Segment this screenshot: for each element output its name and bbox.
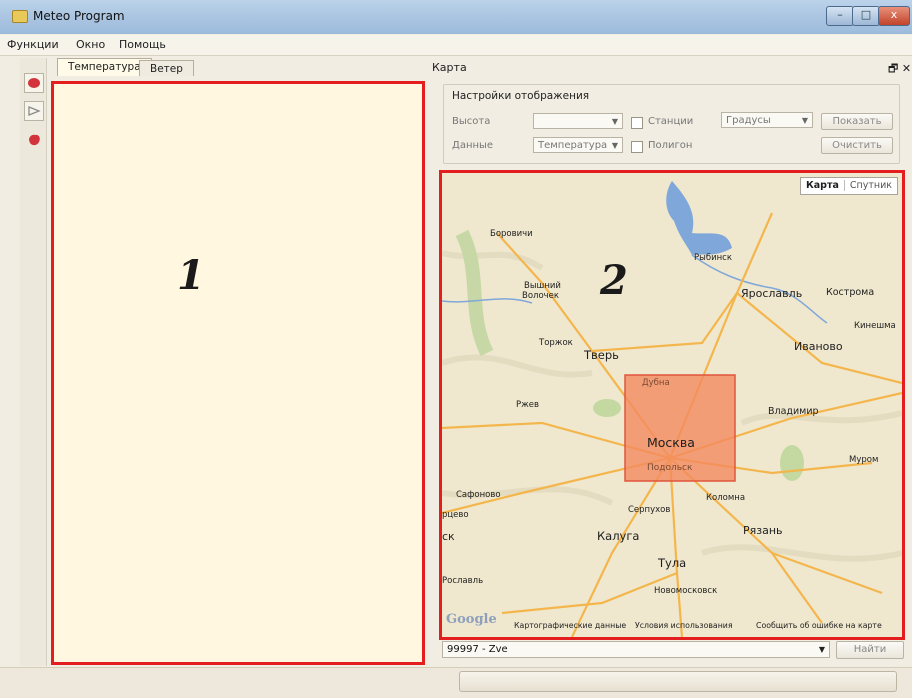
- side-toolbar: [20, 58, 47, 666]
- polygon-checkbox[interactable]: [631, 141, 643, 153]
- settings-title: Настройки отображения: [452, 90, 590, 102]
- chevron-down-icon: ▼: [611, 141, 618, 150]
- progress-bar: [459, 671, 897, 692]
- city-rybinsk: Рыбинск: [694, 253, 732, 263]
- window-title: Meteo Program: [33, 9, 125, 23]
- map-pin-icon: [29, 134, 40, 146]
- map-view[interactable]: 2 Боровичи Рыбинск Вышний Волочек Яросла…: [439, 170, 905, 640]
- map-footer-data[interactable]: Картографические данные: [514, 621, 626, 630]
- left-content-panel: 1: [51, 81, 425, 665]
- polygon-label: Полигон: [648, 140, 693, 151]
- city-novomoskovsk: Новомосковск: [654, 586, 718, 596]
- title-bar: [0, 0, 912, 34]
- city-vladimir: Владимир: [768, 406, 819, 417]
- city-torzhok: Торжок: [539, 338, 573, 348]
- city-kaluga: Калуга: [597, 529, 640, 543]
- height-label: Высота: [452, 116, 491, 127]
- map-tool-button[interactable]: [26, 131, 44, 149]
- units-select[interactable]: Градусы ▼: [721, 112, 813, 128]
- map-type-satellite[interactable]: Спутник: [843, 180, 897, 191]
- forest-area: [593, 399, 621, 417]
- city-kineshma: Кинешма: [854, 321, 896, 331]
- menu-help[interactable]: Помощь: [119, 38, 166, 51]
- city-tula: Тула: [658, 556, 687, 570]
- city-podolsk: Подольск: [647, 463, 693, 473]
- close-button[interactable]: x: [878, 6, 910, 26]
- map-type-switch[interactable]: Карта Спутник: [799, 177, 898, 195]
- clear-button[interactable]: Очистить: [821, 137, 893, 154]
- height-select[interactable]: ▼: [533, 113, 623, 129]
- stations-label: Станции: [648, 116, 694, 127]
- map-footer-terms[interactable]: Условия использования: [635, 621, 733, 630]
- google-logo: Google: [446, 612, 497, 627]
- panel-number-label: 1: [177, 252, 205, 299]
- city-ryazan: Рязань: [743, 524, 783, 537]
- chevron-down-icon: ▼: [801, 116, 808, 125]
- city-ivanovo: Иваново: [794, 340, 843, 353]
- units-value: Градусы: [726, 115, 771, 126]
- menu-functions[interactable]: Функции: [7, 38, 59, 51]
- city-ck: ск: [442, 530, 455, 543]
- chevron-down-icon: ▼: [611, 117, 618, 126]
- forest-area: [780, 445, 804, 481]
- app-window: Meteo Program – □ x Функции Окно Помощь …: [0, 0, 912, 698]
- thermo-icon: [28, 78, 40, 88]
- city-vyshny: Вышний: [524, 281, 561, 291]
- city-kostroma: Кострома: [826, 287, 875, 298]
- show-button[interactable]: Показать: [821, 113, 893, 130]
- city-safonovo: Сафоново: [456, 490, 501, 500]
- city-moskva: Москва: [647, 435, 695, 450]
- tab-wind[interactable]: Ветер: [139, 60, 194, 76]
- data-value: Температура: [538, 140, 608, 151]
- find-button[interactable]: Найти: [836, 641, 904, 659]
- maximize-button[interactable]: □: [852, 6, 880, 26]
- city-rzhev: Ржев: [516, 400, 540, 410]
- data-select[interactable]: Температура ▼: [533, 137, 623, 153]
- city-dubna: Дубна: [642, 378, 670, 388]
- city-volochek: Волочек: [522, 291, 560, 301]
- dock-float-close-icon[interactable]: 🗗 ✕: [888, 60, 911, 79]
- menu-window[interactable]: Окно: [76, 38, 105, 51]
- stations-checkbox[interactable]: [631, 117, 643, 129]
- station-select[interactable]: 99997 - Zve ▼: [442, 641, 830, 658]
- city-roslavl: Рославль: [442, 576, 484, 586]
- dock-title: Карта: [432, 61, 467, 74]
- station-value: 99997 - Zve: [447, 644, 508, 655]
- city-serpukhov: Серпухов: [628, 505, 671, 515]
- arrow-icon: [28, 106, 41, 116]
- city-tver: Тверь: [584, 348, 619, 362]
- data-label: Данные: [452, 140, 494, 151]
- minimize-button[interactable]: –: [826, 6, 854, 26]
- city-kolomna: Коломна: [706, 493, 746, 503]
- app-icon: [12, 10, 28, 23]
- wind-tool-button[interactable]: [24, 101, 44, 121]
- chevron-down-icon: ▼: [818, 645, 825, 654]
- city-rtsevo: рцево: [442, 510, 469, 520]
- map-number-label: 2: [600, 257, 628, 304]
- tab-temperature[interactable]: Температура: [57, 58, 152, 76]
- temperature-tool-button[interactable]: [24, 73, 44, 93]
- city-yaroslavl: Ярославль: [741, 287, 803, 300]
- map-footer-report[interactable]: Сообщить об ошибке на карте: [756, 621, 882, 630]
- map-type-map[interactable]: Карта: [801, 180, 844, 191]
- city-murom: Муром: [849, 455, 879, 465]
- city-borovichi: Боровичи: [490, 229, 533, 239]
